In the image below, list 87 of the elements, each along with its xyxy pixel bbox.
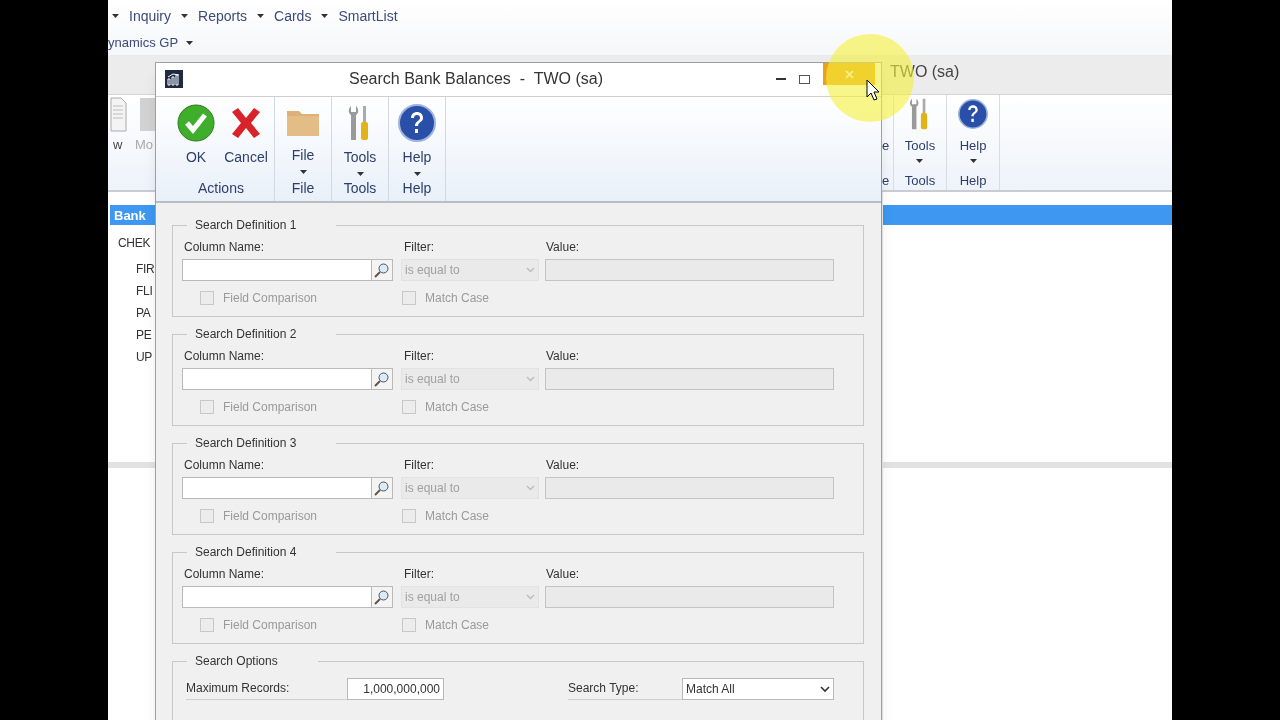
dropdown[interactable]: Match All — [682, 678, 834, 700]
group-label: File — [291, 178, 315, 198]
ribbon-button[interactable]: w — [113, 135, 123, 155]
minimize-icon — [776, 78, 786, 81]
search-button[interactable] — [372, 259, 393, 281]
field-label: Filter: — [404, 348, 435, 365]
checkbox[interactable] — [402, 509, 416, 523]
search-button[interactable] — [372, 586, 393, 608]
checkbox-label: Field Comparison — [223, 508, 318, 525]
checkbox[interactable] — [402, 291, 416, 305]
list-item[interactable]: UP — [136, 348, 153, 366]
group-label: Tools — [343, 178, 377, 198]
ribbon-button[interactable]: Help — [392, 96, 442, 174]
ribbon-button[interactable]: OK — [171, 96, 221, 174]
input-field[interactable] — [545, 586, 834, 608]
caret-icon — [969, 158, 977, 163]
checkbox[interactable] — [200, 509, 214, 523]
chevron-icon — [526, 594, 535, 600]
checkbox-label: Field Comparison — [223, 617, 318, 634]
chevron-icon — [526, 376, 535, 382]
input-field[interactable]: 1,000,000,000 — [347, 678, 444, 700]
checkbox[interactable] — [200, 618, 214, 632]
close-icon — [844, 69, 854, 79]
menu-item[interactable]: ynamics GP — [108, 33, 179, 53]
column-header: Bank — [114, 207, 146, 225]
checkbox[interactable] — [402, 618, 416, 632]
search-button[interactable] — [372, 368, 393, 390]
checkbox-label: Field Comparison — [223, 399, 318, 416]
input-field[interactable] — [182, 477, 372, 499]
window-title: Search Bank Balances - TWO (sa) — [348, 69, 604, 90]
menu-item[interactable]: SmartList — [338, 5, 398, 27]
ribbon-button[interactable]: Help — [958, 95, 988, 171]
field-label: Filter: — [404, 457, 435, 474]
app-icon — [165, 70, 183, 89]
input-field[interactable] — [182, 586, 372, 608]
field-label: Column Name: — [184, 457, 266, 474]
caret-icon — [112, 14, 119, 18]
menu-item[interactable]: Inquiry — [129, 5, 172, 27]
list-item[interactable]: FLI — [136, 282, 153, 300]
checkbox-label: Match Case — [425, 508, 490, 525]
checkbox-label: Match Case — [425, 617, 490, 634]
ribbon-button[interactable]: Tools — [904, 95, 936, 171]
input-field[interactable] — [182, 368, 372, 390]
ribbon-button[interactable]: Tools — [335, 96, 385, 174]
field-label: Value: — [546, 239, 580, 256]
help-icon — [398, 104, 436, 141]
search-button[interactable] — [372, 477, 393, 499]
caret-icon — [916, 158, 924, 163]
checkbox-label: Match Case — [425, 290, 490, 307]
check-icon — [177, 104, 215, 141]
list-item[interactable]: PA — [136, 304, 151, 322]
field-label: Column Name: — [184, 239, 266, 256]
ribbon-button[interactable]: File — [278, 96, 328, 174]
field-label: Filter: — [404, 239, 435, 256]
input-field[interactable] — [545, 477, 834, 499]
field-label: Filter: — [404, 566, 435, 583]
caret-icon — [186, 41, 194, 45]
input-field[interactable] — [182, 259, 372, 281]
input-field[interactable] — [545, 259, 834, 281]
field-label: Value: — [546, 566, 580, 583]
checkbox[interactable] — [200, 400, 214, 414]
maximize-icon — [798, 74, 810, 84]
field-label: Column Name: — [184, 348, 266, 365]
field-label: Column Name: — [184, 566, 266, 583]
menu-item[interactable]: Reports — [198, 5, 248, 27]
list-item[interactable]: CHEK — [118, 234, 151, 252]
group-label: Help — [959, 171, 987, 190]
chevron-icon — [820, 685, 830, 693]
group-label: Tools — [904, 171, 936, 190]
checkbox[interactable] — [200, 291, 214, 305]
list-item[interactable]: FIR — [136, 260, 155, 278]
input-field[interactable] — [545, 368, 834, 390]
close-button[interactable] — [823, 63, 875, 85]
field-label: Value: — [546, 348, 580, 365]
group-label: Help — [402, 178, 432, 198]
group-label: Actions — [198, 178, 244, 198]
checkbox[interactable] — [402, 400, 416, 414]
ribbon-button[interactable]: Cancel — [221, 96, 271, 174]
chevron-icon — [526, 267, 535, 273]
menu-item[interactable]: Cards — [274, 5, 312, 27]
list-item[interactable]: PE — [136, 326, 152, 344]
field-label: Value: — [546, 457, 580, 474]
ribbon-button[interactable]: e — [882, 95, 890, 171]
checkbox-label: Match Case — [425, 399, 490, 416]
checkbox-label: Field Comparison — [223, 290, 318, 307]
group-label: e — [882, 171, 890, 190]
chevron-icon — [526, 485, 535, 491]
